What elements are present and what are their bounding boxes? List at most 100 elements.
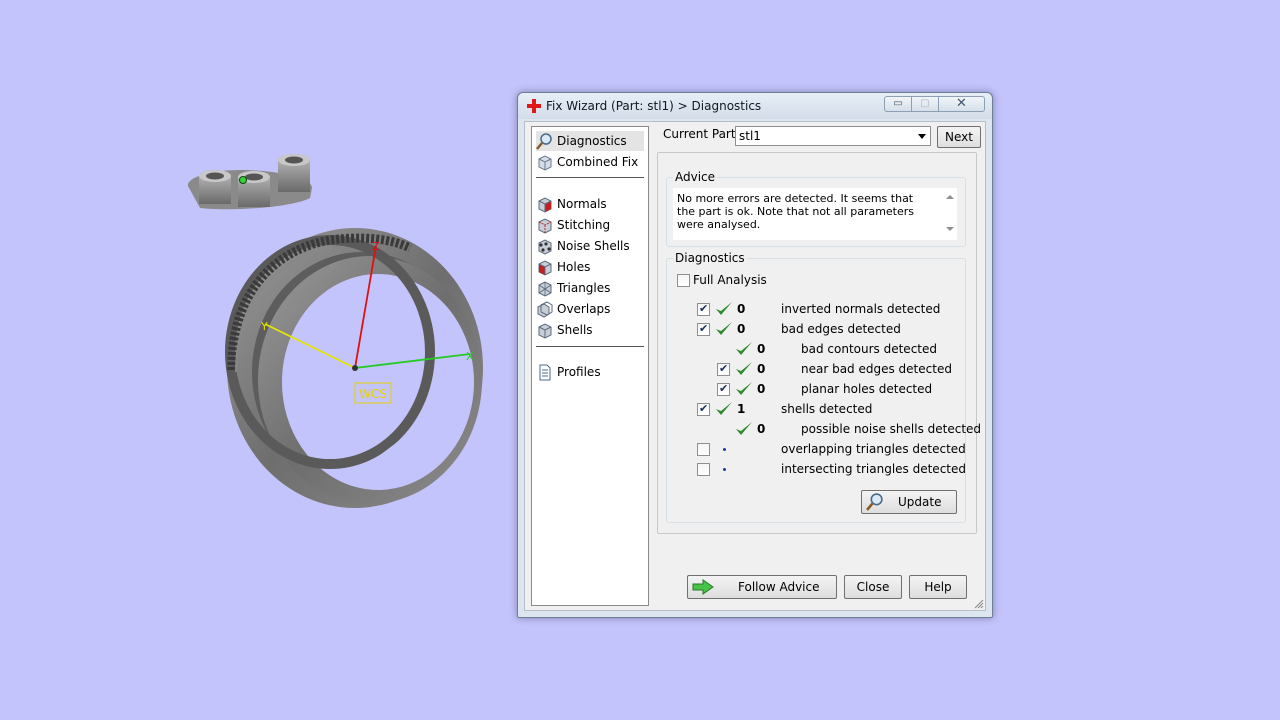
resize-grip-icon[interactable] (974, 599, 984, 609)
scroll-up-icon (946, 195, 954, 199)
current-part-label: Current Part: (663, 127, 740, 141)
nav-item-label: Noise Shells (557, 239, 630, 253)
window-title: Fix Wizard (Part: stl1) > Diagnostics (546, 99, 762, 113)
nav-item-label: Overlaps (557, 302, 611, 316)
nav-item-label: Holes (557, 260, 591, 274)
full-analysis-checkbox[interactable] (677, 274, 690, 287)
close-button[interactable]: Close (844, 575, 902, 599)
diagnostic-checkbox[interactable] (697, 402, 710, 416)
green-check-icon (716, 322, 732, 335)
current-part-select[interactable]: stl1 (735, 126, 931, 146)
nav-divider (536, 177, 644, 178)
fix-wizard-dialog: Fix Wizard (Part: stl1) > Diagnostics ▭ … (517, 92, 993, 618)
nav-item-diagnostics[interactable]: Diagnostics (536, 131, 644, 151)
close-window-button[interactable]: ✕ (939, 96, 985, 112)
green-check-icon (716, 402, 732, 415)
nav-item-label: Normals (557, 197, 607, 211)
diagnostic-checkbox[interactable] (717, 362, 730, 376)
green-check-icon (736, 342, 752, 355)
red-cross-icon (527, 99, 541, 113)
diagnostic-count: 0 (757, 422, 766, 436)
noise-shells-icon (538, 238, 552, 255)
nav-item-holes[interactable]: Holes (536, 257, 644, 277)
green-check-icon (736, 422, 752, 435)
nav-item-label: Stitching (557, 218, 611, 232)
diagnostics-title: Diagnostics (673, 251, 747, 265)
small-bushing-part[interactable] (187, 154, 312, 210)
diagnostic-count: 0 (737, 302, 746, 316)
diagnostic-label: near bad edges detected (801, 362, 952, 376)
pending-status-icon (723, 448, 726, 451)
wizard-nav: Diagnostics Combined Fix Normals Stitchi… (531, 126, 649, 606)
axis-y-label: Y (260, 320, 268, 333)
green-check-icon (736, 382, 752, 395)
diagnostic-count: 0 (757, 382, 766, 396)
diagnostic-label: intersecting triangles detected (781, 462, 966, 476)
nav-item-label: Triangles (557, 281, 611, 295)
nav-item-shells[interactable]: Shells (536, 320, 644, 340)
diagnostic-label: possible noise shells detected (801, 422, 982, 436)
update-button[interactable]: Update (861, 490, 957, 514)
next-button[interactable]: Next (937, 126, 981, 148)
cube-icon (538, 154, 552, 171)
maximize-button[interactable]: ▢ (912, 96, 939, 112)
magnifier-icon (536, 132, 552, 150)
diagnostic-count: 0 (737, 322, 746, 336)
minimize-button[interactable]: ▭ (884, 96, 912, 112)
advice-text: No more errors are detected. It seems th… (677, 192, 915, 231)
nav-item-label: Profiles (557, 365, 601, 379)
nav-item-combined-fix[interactable]: Combined Fix (536, 152, 644, 172)
magnifier-icon (866, 493, 883, 511)
green-arrow-icon (692, 579, 714, 595)
nav-item-noise-shells[interactable]: Noise Shells (536, 236, 644, 256)
chevron-down-icon (918, 134, 926, 139)
nav-item-label: Combined Fix (557, 155, 639, 169)
current-part-value: stl1 (739, 129, 761, 143)
title-bar[interactable]: Fix Wizard (Part: stl1) > Diagnostics ▭ … (518, 93, 992, 119)
normals-cube-icon (538, 196, 552, 213)
diagnostic-label: bad contours detected (801, 342, 937, 356)
diagnostic-label: planar holes detected (801, 382, 933, 396)
nav-divider (536, 346, 644, 347)
shells-cube-icon (538, 322, 552, 339)
axis-z-label: Z (372, 240, 380, 253)
nav-item-label: Shells (557, 323, 593, 337)
help-button[interactable]: Help (909, 575, 967, 599)
diagnostics-panel: Advice No more errors are detected. It s… (657, 152, 981, 534)
triangles-cube-icon (538, 280, 552, 297)
nav-item-stitching[interactable]: Stitching (536, 215, 644, 235)
nav-item-normals[interactable]: Normals (536, 194, 644, 214)
advice-textbox[interactable]: No more errors are detected. It seems th… (673, 188, 957, 240)
diagnostic-checkbox[interactable] (697, 443, 710, 456)
stitching-cube-icon (538, 217, 552, 234)
follow-advice-label: Follow Advice (738, 580, 820, 594)
green-check-icon (716, 302, 732, 315)
nav-item-triangles[interactable]: Triangles (536, 278, 644, 298)
document-icon (539, 364, 551, 380)
diagnostic-checkbox[interactable] (697, 302, 710, 316)
nav-item-profiles[interactable]: Profiles (536, 362, 644, 382)
diagnostic-checkbox[interactable] (697, 463, 710, 476)
diagnostic-count: 1 (737, 402, 746, 416)
holes-cube-icon (538, 259, 552, 276)
diagnostic-label: shells detected (781, 402, 873, 416)
axis-x-label: X (466, 350, 474, 363)
diagnostics-group: Diagnostics Full Analysis 0 inverted norm… (666, 251, 981, 523)
diagnostic-checkbox[interactable] (717, 382, 730, 396)
nav-item-label: Diagnostics (557, 134, 627, 148)
wcs-label: WCS (359, 387, 387, 401)
full-analysis-label: Full Analysis (693, 273, 767, 287)
green-check-icon (736, 362, 752, 375)
pending-status-icon (723, 468, 726, 471)
advice-group: Advice No more errors are detected. It s… (666, 170, 966, 247)
scroll-down-icon (946, 227, 954, 231)
advice-scrollbar[interactable] (943, 190, 957, 236)
overlaps-cube-icon (537, 300, 553, 318)
follow-advice-button[interactable]: Follow Advice (687, 575, 837, 599)
diagnostic-count: 0 (757, 362, 766, 376)
nav-item-overlaps[interactable]: Overlaps (536, 299, 644, 319)
advice-title: Advice (673, 170, 718, 184)
diagnostic-checkbox[interactable] (697, 322, 710, 336)
diagnostic-count: 0 (757, 342, 766, 356)
diagnostic-label: inverted normals detected (781, 302, 941, 316)
